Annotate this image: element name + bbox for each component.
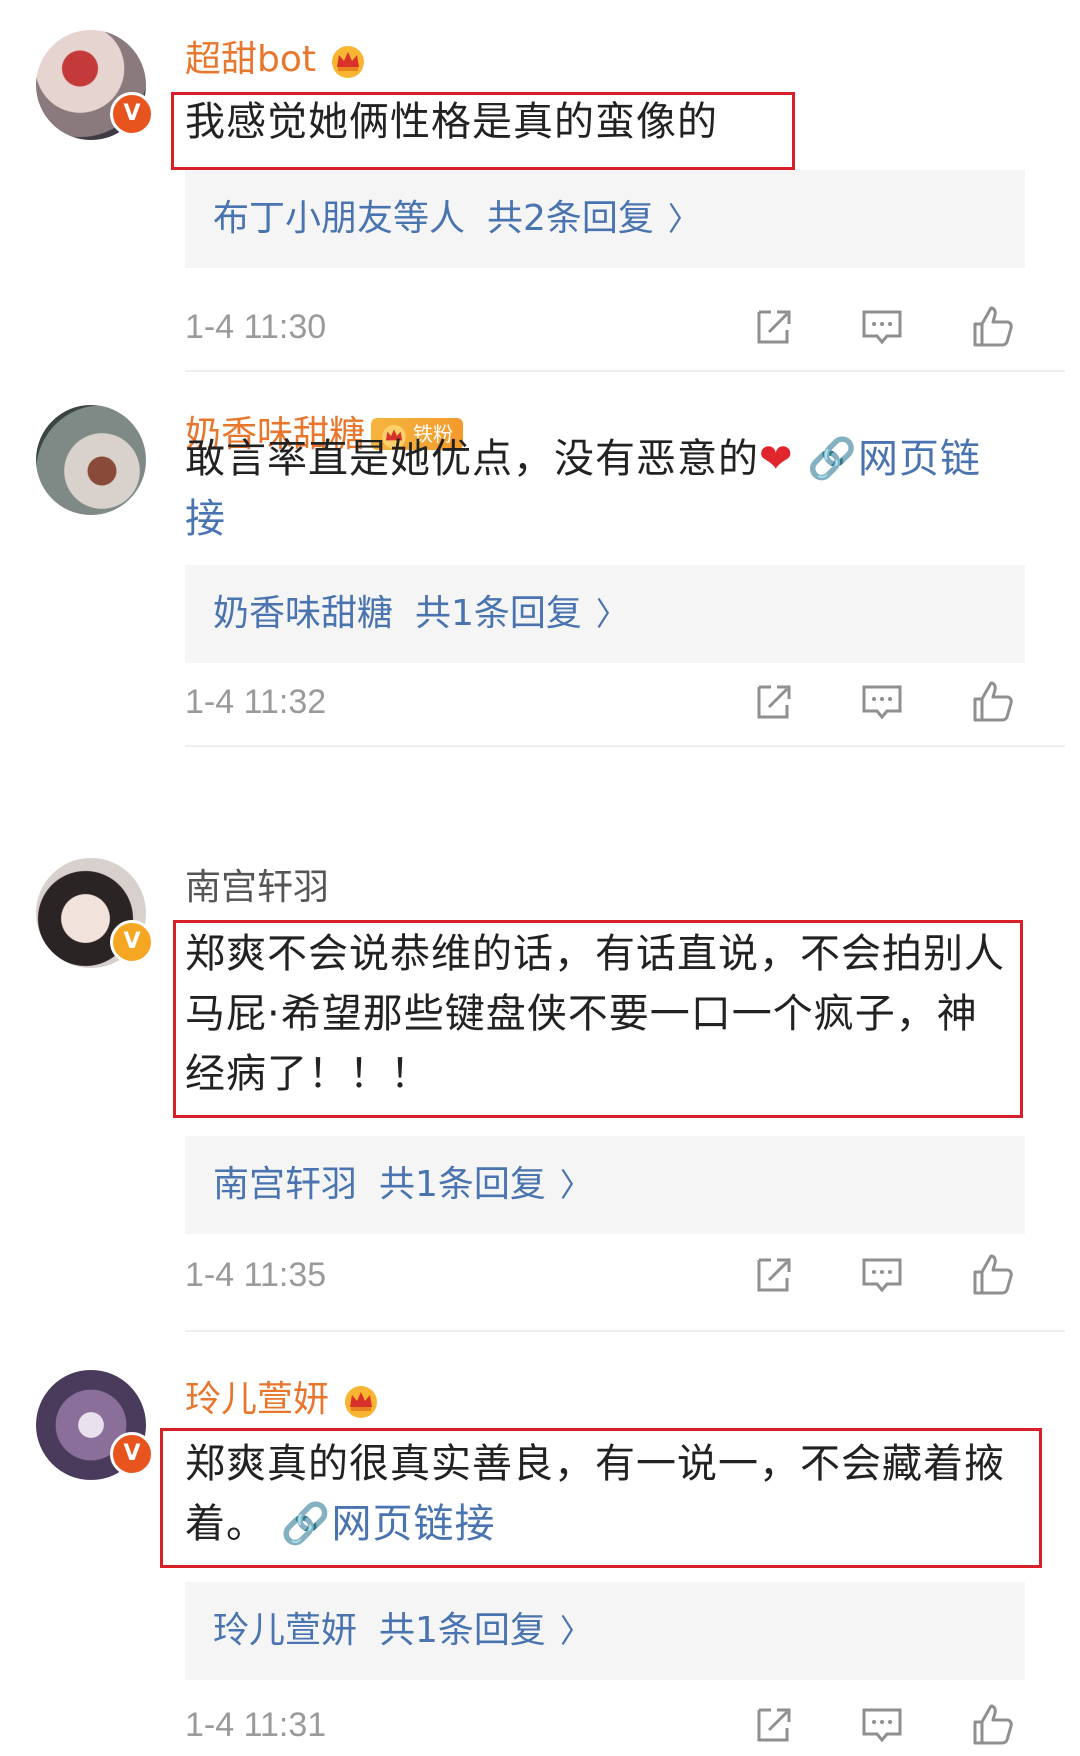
comment-item: V 超甜bot 我感觉她俩性格是真的蛮像的 布丁小朋友等人 共2条回复〉 1-4 … <box>0 30 1080 372</box>
reply-from: 南宫轩羽 <box>213 1164 358 1205</box>
comment-icon[interactable] <box>857 1250 907 1300</box>
comment-meta: 1-4 11:32 <box>185 673 1025 733</box>
timestamp: 1-4 11:31 <box>185 1706 327 1744</box>
web-link[interactable]: 🔗网页链接 <box>267 1501 496 1547</box>
comment-icon[interactable] <box>857 302 907 352</box>
like-icon[interactable] <box>967 1700 1017 1750</box>
share-icon[interactable] <box>747 1250 797 1300</box>
reply-count: 共1条回复 <box>415 593 582 634</box>
replies-summary[interactable]: 布丁小朋友等人 共2条回复〉 <box>185 170 1025 268</box>
comment-text: 敢言率直是她优点，没有恶意的❤ 🔗网页链接 <box>185 436 982 542</box>
share-icon[interactable] <box>747 677 797 727</box>
divider <box>185 1330 1065 1332</box>
link-icon: 🔗 <box>280 1501 332 1547</box>
like-icon[interactable] <box>967 1250 1017 1300</box>
comment-item: V 玲儿萱妍 郑爽真的很真实善良，有一说一，不会藏着掖着。 🔗网页链接 玲儿萱妍… <box>0 1370 1080 1745</box>
reply-count: 共2条回复 <box>487 198 654 239</box>
chevron-right-icon: 〉 <box>559 1166 592 1204</box>
comment-icon[interactable] <box>857 1700 907 1750</box>
chevron-right-icon: 〉 <box>559 1612 592 1650</box>
verified-v-icon: V <box>110 920 154 964</box>
heart-emoji: ❤ <box>759 436 794 482</box>
comment-text: 我感觉她俩性格是真的蛮像的 <box>185 99 718 145</box>
avatar[interactable] <box>36 405 146 515</box>
comment-item: V 南宫轩羽 郑爽不会说恭维的话，有话直说，不会拍别人马屁·希望那些键盘侠不要一… <box>0 858 1080 1332</box>
avatar[interactable]: V <box>36 30 154 140</box>
comment-icon[interactable] <box>857 677 907 727</box>
crown-icon <box>332 46 364 78</box>
comment-text: 郑爽真的很真实善良，有一说一，不会藏着掖着。 🔗网页链接 <box>185 1441 1005 1547</box>
crown-icon <box>345 1386 378 1418</box>
comment-meta: 1-4 11:31 <box>185 1696 1025 1756</box>
comment-item: 奶香味甜糖 铁粉 敢言率直是她优点，没有恶意的❤ 🔗网页链接 奶香味甜糖 共1条回复… <box>0 405 1080 785</box>
share-icon[interactable] <box>747 302 797 352</box>
chevron-right-icon: 〉 <box>595 595 628 633</box>
reply-from: 布丁小朋友等人 <box>213 198 466 239</box>
reply-from: 玲儿萱妍 <box>213 1610 358 1651</box>
timestamp: 1-4 11:32 <box>185 683 327 721</box>
divider <box>185 745 1065 747</box>
like-icon[interactable] <box>967 302 1017 352</box>
timestamp: 1-4 11:30 <box>185 308 327 346</box>
reply-count: 共1条回复 <box>379 1164 546 1205</box>
timestamp: 1-4 11:35 <box>185 1256 327 1294</box>
username[interactable]: 玲儿萱妍 <box>185 1378 381 1422</box>
comment-text: 郑爽不会说恭维的话，有话直说，不会拍别人马屁·希望那些键盘侠不要一口一个疯子，神… <box>185 931 1005 1097</box>
replies-summary[interactable]: 奶香味甜糖 共1条回复〉 <box>185 565 1025 663</box>
replies-summary[interactable]: 南宫轩羽 共1条回复〉 <box>185 1136 1025 1234</box>
username[interactable]: 超甜bot <box>185 38 368 82</box>
replies-summary[interactable]: 玲儿萱妍 共1条回复〉 <box>185 1582 1025 1680</box>
comment-meta: 1-4 11:35 <box>185 1246 1025 1306</box>
link-icon: 🔗 <box>807 436 859 482</box>
verified-v-icon: V <box>110 1432 154 1476</box>
avatar[interactable]: V <box>36 1370 154 1480</box>
chevron-right-icon: 〉 <box>667 200 700 238</box>
avatar[interactable]: V <box>36 858 154 968</box>
share-icon[interactable] <box>747 1700 797 1750</box>
reply-from: 奶香味甜糖 <box>213 593 394 634</box>
username[interactable]: 南宫轩羽 <box>185 866 329 910</box>
divider <box>185 370 1065 372</box>
like-icon[interactable] <box>967 677 1017 727</box>
reply-count: 共1条回复 <box>379 1610 546 1651</box>
verified-v-icon: V <box>110 92 154 136</box>
comment-meta: 1-4 11:30 <box>185 298 1025 358</box>
